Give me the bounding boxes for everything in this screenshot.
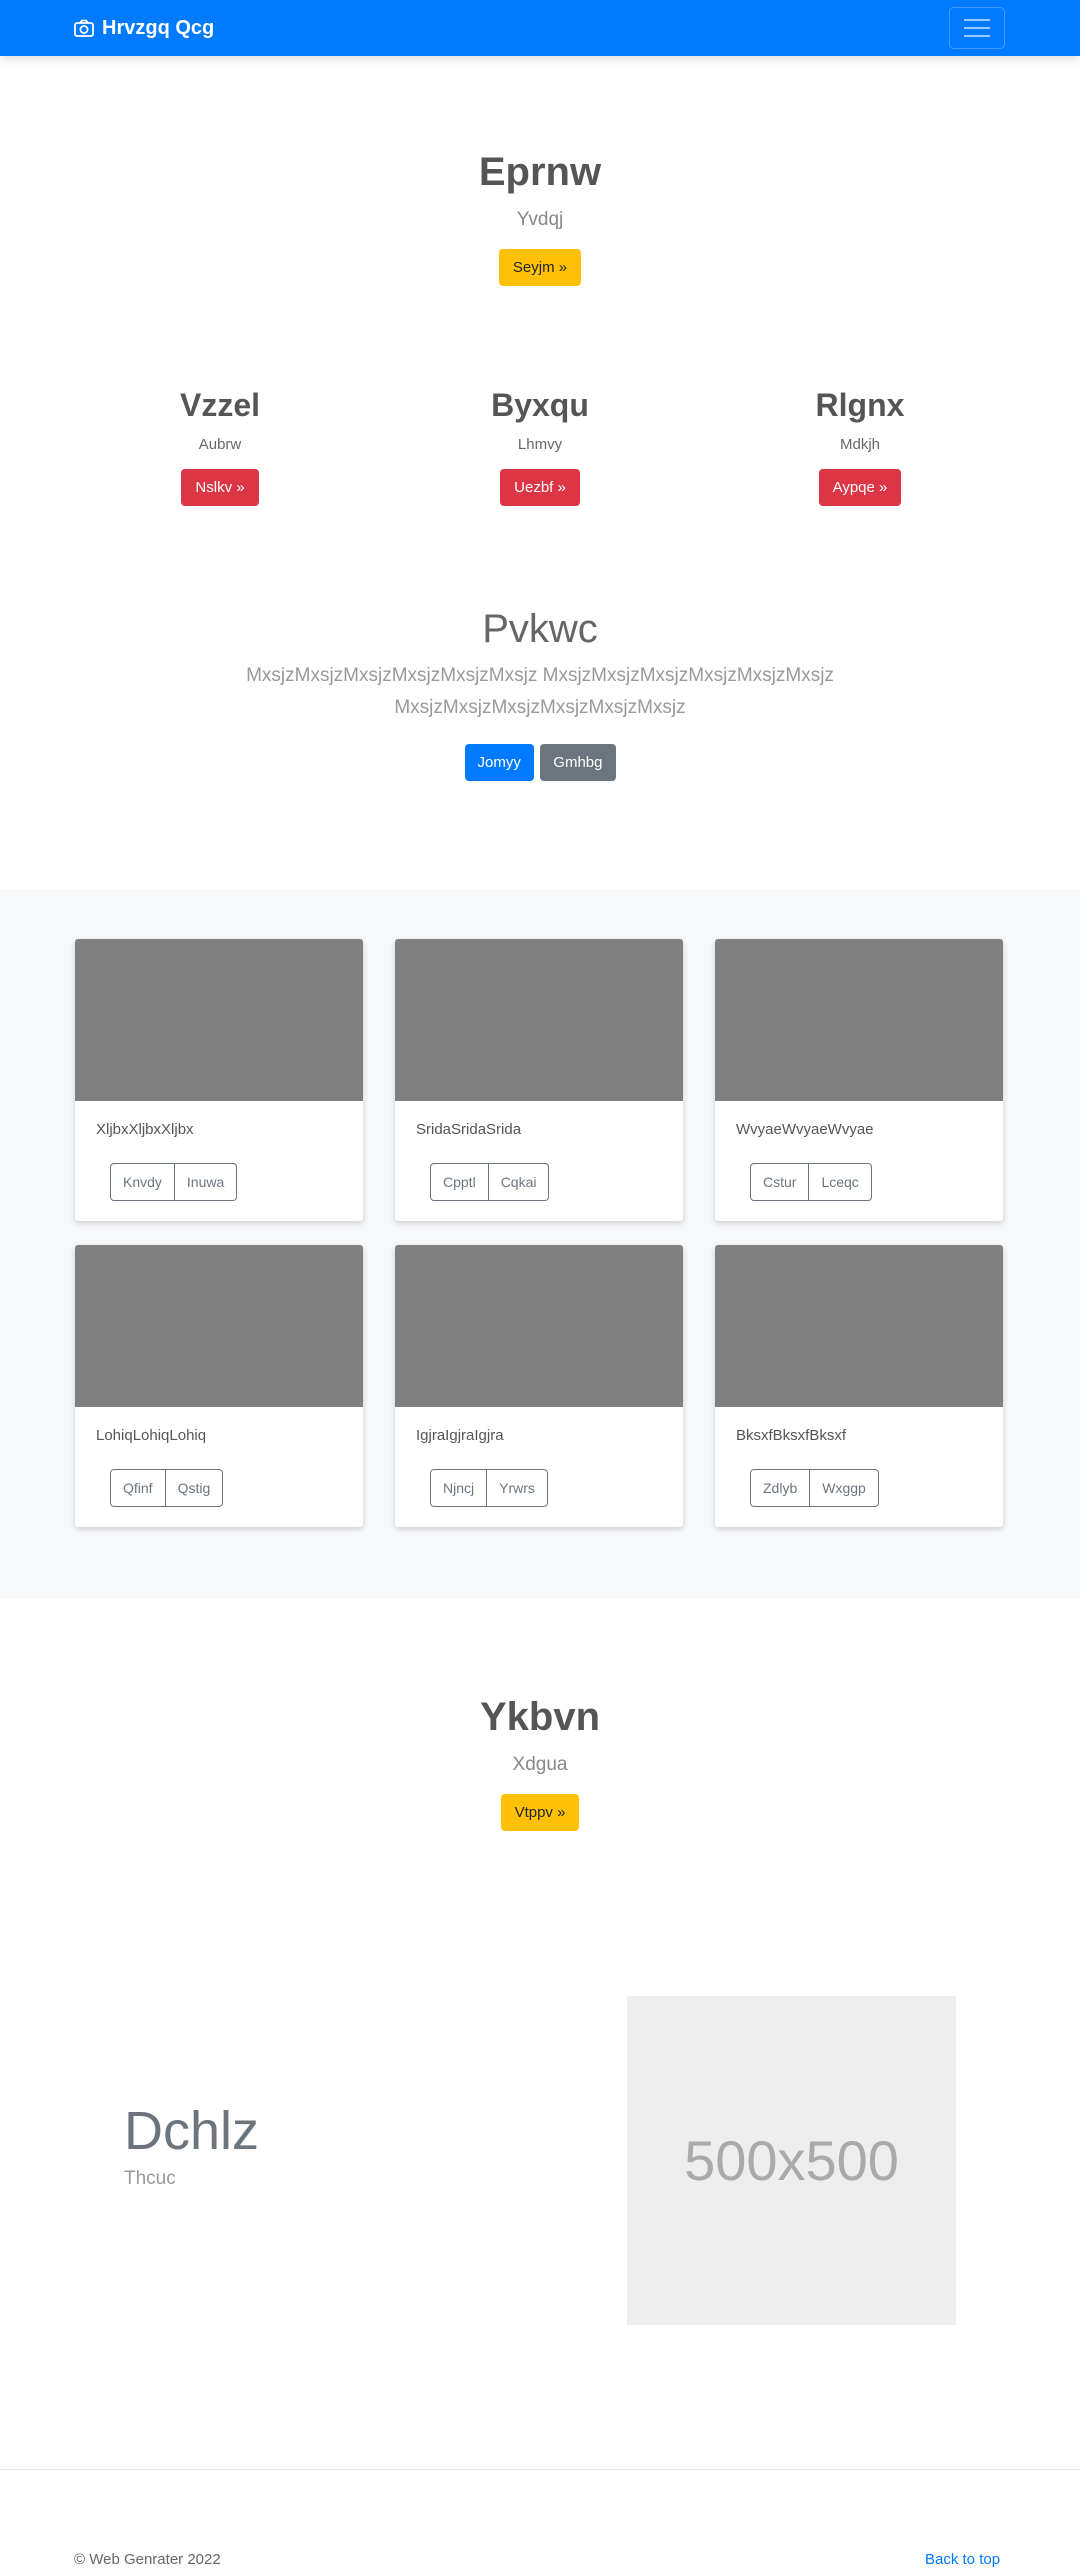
card-button-group: Njncj Yrwrs bbox=[430, 1469, 548, 1507]
card: LohiqLohiqLohiq Qfinf Qstig bbox=[75, 1245, 363, 1527]
column-subtitle: Lhmvy bbox=[517, 436, 563, 453]
card-image bbox=[395, 1245, 683, 1407]
card-button-group: Qfinf Qstig bbox=[110, 1469, 224, 1507]
card-text: IgjraIgjraIgjra bbox=[416, 1427, 504, 1444]
column-subtitle: Aubrw bbox=[198, 436, 242, 453]
column-2: Byxqu Lhmvy Uezbf » bbox=[390, 387, 690, 506]
menu-icon bbox=[964, 19, 990, 21]
back-to-top-link[interactable]: Back to top bbox=[925, 2551, 1000, 2568]
card-button-group: Knvdy Inuwa bbox=[110, 1163, 238, 1201]
card-image bbox=[75, 939, 363, 1101]
placeholder-label: 500x500 bbox=[684, 2129, 899, 2192]
footer-copyright: © Web Genrater 2022 bbox=[74, 2551, 221, 2568]
lead-text-line-1: MxsjzMxsjzMxsjzMxsjzMxsjzMxsjz MxsjzMxsj… bbox=[246, 665, 834, 686]
card-button[interactable]: Cpptl bbox=[430, 1163, 489, 1201]
card-button-group: Zdlyb Wxggp bbox=[750, 1469, 879, 1507]
footer-divider bbox=[0, 2469, 1080, 2470]
card-button[interactable]: Knvdy bbox=[110, 1163, 175, 1201]
card-button[interactable]: Cqkai bbox=[488, 1163, 550, 1201]
card: XljbxXljbxXljbx Knvdy Inuwa bbox=[75, 939, 363, 1221]
card-button[interactable]: Wxggp bbox=[810, 1469, 879, 1507]
card-button-group: Cpptl Cqkai bbox=[430, 1163, 550, 1201]
card-button-group: Cstur Lceqc bbox=[750, 1163, 872, 1201]
brand-label: Hrvzgq Qcg bbox=[102, 16, 215, 39]
column-title: Rlgnx bbox=[815, 387, 905, 423]
card-button[interactable]: Qfinf bbox=[110, 1469, 166, 1507]
section-button[interactable]: Vtppv » bbox=[500, 1794, 580, 1831]
navbar: Hrvzgq Qcg bbox=[0, 0, 1080, 56]
camera-icon bbox=[74, 19, 94, 37]
card-button[interactable]: Yrwrs bbox=[487, 1469, 548, 1507]
card: WvyaeWvyaeWvyae Cstur Lceqc bbox=[715, 939, 1003, 1221]
card-text: SridaSridaSrida bbox=[416, 1121, 522, 1138]
section-2: Ykbvn Xdgua Vtppv » bbox=[0, 1695, 1080, 1831]
hero-title: Eprnw bbox=[478, 150, 602, 194]
card-image bbox=[715, 939, 1003, 1101]
navbar-toggler-button[interactable] bbox=[949, 7, 1005, 49]
column-title: Vzzel bbox=[179, 387, 261, 423]
card-text: LohiqLohiqLohiq bbox=[96, 1427, 207, 1444]
card-button[interactable]: Cstur bbox=[750, 1163, 810, 1201]
card-image bbox=[715, 1245, 1003, 1407]
column-1: Vzzel Aubrw Nslkv » bbox=[70, 387, 370, 506]
card: IgjraIgjraIgjra Njncj Yrwrs bbox=[395, 1245, 683, 1527]
menu-icon-bar bbox=[964, 27, 990, 29]
column-3: Rlgnx Mdkjh Aypqe » bbox=[710, 387, 1010, 506]
card-button[interactable]: Inuwa bbox=[174, 1163, 238, 1201]
menu-icon-bar bbox=[964, 35, 990, 37]
card-button[interactable]: Zdlyb bbox=[750, 1469, 811, 1507]
card-image bbox=[395, 939, 683, 1101]
card-text: XljbxXljbxXljbx bbox=[96, 1121, 194, 1138]
column-button[interactable]: Aypqe » bbox=[818, 469, 902, 506]
primary-button[interactable]: Jomyy bbox=[464, 744, 534, 781]
column-title: Byxqu bbox=[491, 387, 589, 423]
card-text: BksxfBksxfBksxf bbox=[736, 1427, 847, 1444]
card-text: WvyaeWvyaeWvyae bbox=[736, 1121, 874, 1138]
card: BksxfBksxfBksxf Zdlyb Wxggp bbox=[715, 1245, 1003, 1527]
album-section: XljbxXljbxXljbx Knvdy Inuwa SridaSridaSr… bbox=[0, 890, 1080, 1598]
secondary-button[interactable]: Gmhbg bbox=[540, 744, 616, 781]
section-subtitle: Xdgua bbox=[512, 1754, 568, 1775]
lead-title: Pvkwc bbox=[482, 607, 598, 651]
lead-section: Pvkwc MxsjzMxsjzMxsjzMxsjzMxsjzMxsjz Mxs… bbox=[0, 607, 1080, 781]
section-title: Ykbvn bbox=[479, 1695, 601, 1739]
card-button[interactable]: Njncj bbox=[430, 1469, 488, 1507]
card-button[interactable]: Qstig bbox=[165, 1469, 224, 1507]
card-button[interactable]: Lceqc bbox=[809, 1163, 872, 1201]
feature-subtitle: Thcuc bbox=[124, 2168, 176, 2189]
column-subtitle: Mdkjh bbox=[839, 436, 880, 453]
navbar-brand[interactable]: Hrvzgq Qcg bbox=[74, 0, 214, 56]
hero-subtitle: Yvdqj bbox=[516, 209, 564, 230]
column-button[interactable]: Uezbf » bbox=[500, 469, 580, 506]
hero-section: Eprnw Yvdqj Seyjm » bbox=[0, 150, 1080, 286]
hero-button[interactable]: Seyjm » bbox=[498, 249, 582, 286]
placeholder-image: 500x500 bbox=[627, 1996, 956, 2325]
feature-text: Dchlz Thcuc bbox=[124, 2100, 259, 2190]
feature-title: Dchlz bbox=[124, 2101, 260, 2161]
lead-text-line-2: MxsjzMxsjzMxsjzMxsjzMxsjzMxsjz bbox=[394, 697, 686, 718]
column-button[interactable]: Nslkv » bbox=[181, 469, 259, 506]
card-image bbox=[75, 1245, 363, 1407]
card: SridaSridaSrida Cpptl Cqkai bbox=[395, 939, 683, 1221]
